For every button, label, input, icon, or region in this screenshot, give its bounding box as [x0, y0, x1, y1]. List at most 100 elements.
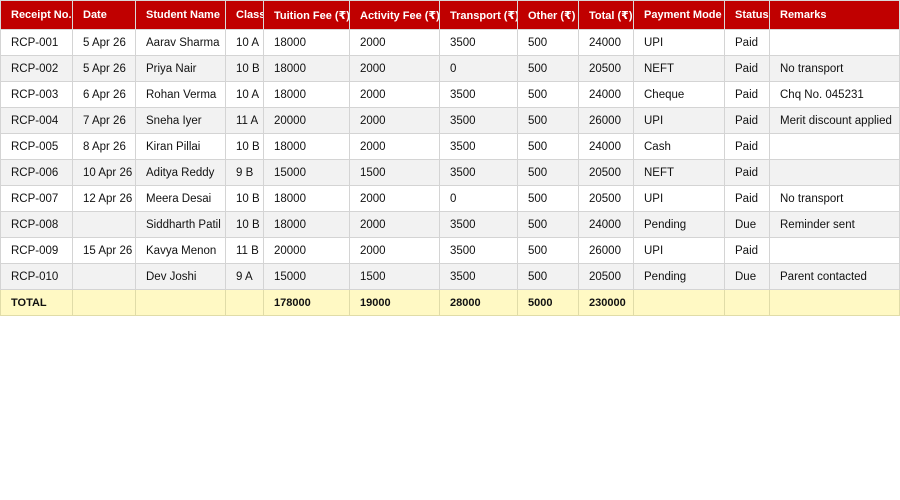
cell-date[interactable]: 10 Apr 26 — [72, 159, 136, 186]
cell-remarks[interactable]: Reminder sent — [769, 211, 900, 238]
total-cell-remarks[interactable] — [769, 289, 900, 316]
cell-student-name[interactable]: Rohan Verma — [135, 81, 226, 108]
cell-status[interactable]: Paid — [724, 29, 770, 56]
total-cell-student-name[interactable] — [135, 289, 226, 316]
cell-class[interactable]: 9 A — [225, 263, 264, 290]
cell-tuition-fee[interactable]: 20000 — [263, 237, 350, 264]
cell-receipt-no[interactable]: RCP-004 — [0, 107, 73, 134]
cell-date[interactable]: 5 Apr 26 — [72, 29, 136, 56]
cell-remarks[interactable] — [769, 159, 900, 186]
cell-activity-fee[interactable]: 2000 — [349, 237, 440, 264]
cell-date[interactable]: 12 Apr 26 — [72, 185, 136, 212]
cell-total[interactable]: 20500 — [578, 185, 634, 212]
cell-class[interactable]: 10 B — [225, 185, 264, 212]
cell-status[interactable]: Paid — [724, 159, 770, 186]
cell-activity-fee[interactable]: 1500 — [349, 263, 440, 290]
cell-payment-mode[interactable]: Cash — [633, 133, 725, 160]
cell-tuition-fee[interactable]: 18000 — [263, 29, 350, 56]
cell-total[interactable]: 20500 — [578, 159, 634, 186]
cell-activity-fee[interactable]: 2000 — [349, 107, 440, 134]
cell-transport[interactable]: 3500 — [439, 81, 518, 108]
cell-transport[interactable]: 3500 — [439, 211, 518, 238]
cell-date[interactable] — [72, 211, 136, 238]
cell-date[interactable]: 7 Apr 26 — [72, 107, 136, 134]
cell-activity-fee[interactable]: 2000 — [349, 55, 440, 82]
cell-status[interactable]: Paid — [724, 237, 770, 264]
cell-status[interactable]: Paid — [724, 133, 770, 160]
cell-date[interactable]: 15 Apr 26 — [72, 237, 136, 264]
cell-student-name[interactable]: Kiran Pillai — [135, 133, 226, 160]
cell-other[interactable]: 500 — [517, 159, 579, 186]
cell-remarks[interactable]: Parent contacted — [769, 263, 900, 290]
cell-transport[interactable]: 3500 — [439, 159, 518, 186]
cell-transport[interactable]: 3500 — [439, 107, 518, 134]
cell-activity-fee[interactable]: 2000 — [349, 211, 440, 238]
cell-student-name[interactable]: Priya Nair — [135, 55, 226, 82]
cell-tuition-fee[interactable]: 18000 — [263, 81, 350, 108]
cell-tuition-fee[interactable]: 15000 — [263, 263, 350, 290]
cell-transport[interactable]: 0 — [439, 55, 518, 82]
cell-payment-mode[interactable]: UPI — [633, 107, 725, 134]
cell-status[interactable]: Due — [724, 211, 770, 238]
cell-student-name[interactable]: Aarav Sharma — [135, 29, 226, 56]
total-cell-other[interactable]: 5000 — [517, 289, 579, 316]
total-cell-label[interactable]: TOTAL — [0, 289, 73, 316]
cell-payment-mode[interactable]: UPI — [633, 29, 725, 56]
cell-status[interactable]: Due — [724, 263, 770, 290]
cell-total[interactable]: 20500 — [578, 263, 634, 290]
cell-other[interactable]: 500 — [517, 185, 579, 212]
cell-class[interactable]: 9 B — [225, 159, 264, 186]
cell-transport[interactable]: 3500 — [439, 237, 518, 264]
cell-receipt-no[interactable]: RCP-009 — [0, 237, 73, 264]
cell-total[interactable]: 20500 — [578, 55, 634, 82]
cell-total[interactable]: 24000 — [578, 211, 634, 238]
cell-activity-fee[interactable]: 1500 — [349, 159, 440, 186]
cell-student-name[interactable]: Siddharth Patil — [135, 211, 226, 238]
cell-transport[interactable]: 3500 — [439, 29, 518, 56]
total-cell-class[interactable] — [225, 289, 264, 316]
cell-other[interactable]: 500 — [517, 81, 579, 108]
cell-tuition-fee[interactable]: 15000 — [263, 159, 350, 186]
cell-remarks[interactable] — [769, 29, 900, 56]
column-header-class[interactable]: Class — [225, 0, 264, 30]
cell-total[interactable]: 24000 — [578, 29, 634, 56]
cell-class[interactable]: 10 B — [225, 211, 264, 238]
cell-student-name[interactable]: Kavya Menon — [135, 237, 226, 264]
cell-activity-fee[interactable]: 2000 — [349, 29, 440, 56]
cell-class[interactable]: 11 A — [225, 107, 264, 134]
cell-payment-mode[interactable]: Pending — [633, 211, 725, 238]
total-cell-payment-mode[interactable] — [633, 289, 725, 316]
column-header-receipt-no[interactable]: Receipt No. — [0, 0, 73, 30]
column-header-remarks[interactable]: Remarks — [769, 0, 900, 30]
cell-class[interactable]: 10 A — [225, 81, 264, 108]
cell-payment-mode[interactable]: NEFT — [633, 159, 725, 186]
column-header-activity-fee[interactable]: Activity Fee (₹) — [349, 0, 440, 30]
cell-date[interactable]: 6 Apr 26 — [72, 81, 136, 108]
cell-tuition-fee[interactable]: 18000 — [263, 185, 350, 212]
total-cell-date[interactable] — [72, 289, 136, 316]
cell-date[interactable]: 5 Apr 26 — [72, 55, 136, 82]
total-cell-status[interactable] — [724, 289, 770, 316]
column-header-other[interactable]: Other (₹) — [517, 0, 579, 30]
cell-payment-mode[interactable]: UPI — [633, 237, 725, 264]
cell-payment-mode[interactable]: Cheque — [633, 81, 725, 108]
cell-payment-mode[interactable]: Pending — [633, 263, 725, 290]
cell-other[interactable]: 500 — [517, 55, 579, 82]
cell-class[interactable]: 11 B — [225, 237, 264, 264]
cell-status[interactable]: Paid — [724, 185, 770, 212]
cell-status[interactable]: Paid — [724, 55, 770, 82]
cell-tuition-fee[interactable]: 18000 — [263, 211, 350, 238]
cell-total[interactable]: 24000 — [578, 81, 634, 108]
cell-receipt-no[interactable]: RCP-007 — [0, 185, 73, 212]
cell-activity-fee[interactable]: 2000 — [349, 133, 440, 160]
cell-remarks[interactable]: Chq No. 045231 — [769, 81, 900, 108]
total-cell-total[interactable]: 230000 — [578, 289, 634, 316]
cell-receipt-no[interactable]: RCP-008 — [0, 211, 73, 238]
cell-date[interactable]: 8 Apr 26 — [72, 133, 136, 160]
total-cell-tuition-fee[interactable]: 178000 — [263, 289, 350, 316]
total-cell-activity-fee[interactable]: 19000 — [349, 289, 440, 316]
cell-transport[interactable]: 3500 — [439, 133, 518, 160]
column-header-date[interactable]: Date — [72, 0, 136, 30]
column-header-tuition-fee[interactable]: Tuition Fee (₹) — [263, 0, 350, 30]
cell-class[interactable]: 10 B — [225, 133, 264, 160]
